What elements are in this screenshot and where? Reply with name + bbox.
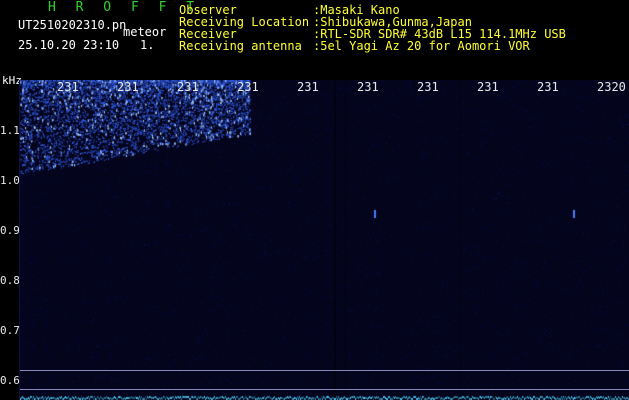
x-tick-label: 231 bbox=[237, 80, 259, 94]
x-tick-label: 231 bbox=[417, 80, 439, 94]
x-tick-label: 231 bbox=[57, 80, 79, 94]
meteor-label: meteor bbox=[123, 25, 167, 39]
hrofft-logo: H R O F F T bbox=[48, 0, 201, 15]
reference-line-lower bbox=[20, 389, 629, 390]
y-tick-label: 0.7 bbox=[0, 324, 20, 337]
datetime: 25.10.20 23:10 bbox=[18, 38, 120, 52]
y-tick-label: 1.0 bbox=[0, 174, 20, 187]
station-info: Observer:Masaki Kano Receiving Location:… bbox=[179, 4, 566, 52]
antenna-row: Receiving antenna :5el Yagi Az 20 for Aom… bbox=[179, 40, 566, 52]
x-tick-label: 231 bbox=[357, 80, 379, 94]
x-tick-label: 231 bbox=[117, 80, 139, 94]
y-tick-label: 0.9 bbox=[0, 224, 20, 237]
x-tick-label: 231 bbox=[477, 80, 499, 94]
spectrogram-canvas bbox=[20, 80, 629, 400]
x-tick-label: 2320 bbox=[597, 80, 626, 94]
y-tick-label: 0.8 bbox=[0, 274, 20, 287]
header-panel: H R O F F T UT2510202310.pn meteor 25.10… bbox=[0, 0, 629, 78]
y-tick-label: 0.6 bbox=[0, 374, 20, 387]
x-tick-label: 231 bbox=[537, 80, 559, 94]
file-name: UT2510202310.pn bbox=[18, 18, 127, 32]
x-tick-label: 231 bbox=[297, 80, 319, 94]
antenna-label: Receiving antenna bbox=[179, 39, 302, 53]
x-tick-label: 231 bbox=[177, 80, 199, 94]
y-tick-label: 1.1 bbox=[0, 124, 20, 137]
antenna-value: :5el Yagi Az 20 for Aomori VOR bbox=[313, 39, 530, 53]
meteor-count: 1. bbox=[140, 38, 155, 52]
reference-line-upper bbox=[20, 370, 629, 371]
